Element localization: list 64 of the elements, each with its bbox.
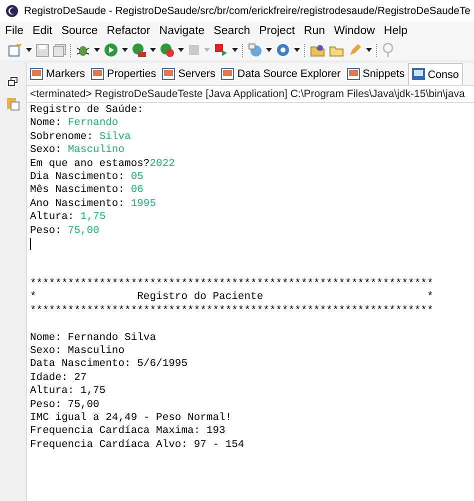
console-line: Nome: Fernando Silva xyxy=(30,332,158,345)
menu-item[interactable]: Source xyxy=(61,25,98,37)
console-line: Altura: 1,75 xyxy=(30,211,107,225)
menu-item[interactable]: File xyxy=(5,25,24,37)
view-tab[interactable]: Data Source Explorer xyxy=(218,63,344,85)
app-icon xyxy=(5,4,19,18)
text-cursor xyxy=(30,238,31,250)
console-line: Ano Nascimento: 1995 xyxy=(30,198,158,211)
view-tab[interactable]: Properties xyxy=(88,63,160,85)
menu-item[interactable]: Edit xyxy=(32,25,52,37)
view-icon xyxy=(91,68,104,80)
view-tab[interactable]: Conso xyxy=(408,63,463,85)
menu-item[interactable]: Window xyxy=(334,25,375,37)
console-line: Frequencia Cardíaca Alvo: 97 - 154 xyxy=(30,438,246,452)
restore-icon[interactable] xyxy=(8,77,18,87)
view-icon xyxy=(162,68,176,80)
menu-item[interactable]: Navigate xyxy=(159,25,205,37)
menu-item[interactable]: Help xyxy=(384,25,408,37)
view-tab[interactable]: Snippets xyxy=(344,63,408,85)
console-line: **************************************************************** xyxy=(30,304,434,318)
menu-item[interactable]: Refactor xyxy=(106,25,150,37)
caret-icon[interactable] xyxy=(122,48,128,52)
console-line: IMC igual a 24,49 - Peso Normal! xyxy=(30,412,233,425)
console-line: Idade: 27 xyxy=(30,372,88,385)
clipboard-icon[interactable] xyxy=(6,97,20,111)
caret-icon[interactable] xyxy=(232,48,238,52)
console-line: Mês Nascimento: 06 xyxy=(30,184,144,198)
console-header: <terminated> RegistroDeSaudeTeste [Java Application] C:\Program Files\Java\jdk-15\bin\java xyxy=(27,86,474,103)
console-line: **************************************************************** xyxy=(30,278,434,291)
caret-icon[interactable] xyxy=(150,48,156,52)
console-line: Em que ano estamos?2022 xyxy=(30,158,176,171)
caret-icon[interactable] xyxy=(178,48,184,52)
menu-item[interactable]: Search xyxy=(214,25,250,37)
bug-icon[interactable] xyxy=(76,43,90,57)
menu-item[interactable]: Project xyxy=(259,25,295,37)
window-title: RegistroDeSaude - RegistroDeSaude/src/br/com/erickfreire/registrodesaude/RegistroDeSaudeTe xyxy=(24,6,470,16)
console-line: Sexo: Masculino xyxy=(30,144,126,158)
menu-item[interactable]: Run xyxy=(304,25,325,37)
open-folder-icon[interactable] xyxy=(329,44,344,56)
console-line: Registro de Saúde: xyxy=(30,104,144,117)
view-tab[interactable]: Markers xyxy=(27,63,88,85)
new-file-icon[interactable] xyxy=(8,43,22,57)
console-line: Dia Nascimento: 05 xyxy=(30,170,144,184)
console-line: Nome: Fernando xyxy=(30,117,120,131)
console-line: Altura: 1,75 xyxy=(30,385,107,399)
caret-icon[interactable] xyxy=(294,48,300,52)
console-line: Peso: 75,00 xyxy=(30,224,100,238)
folder-icon[interactable] xyxy=(310,44,325,56)
view-tab[interactable]: Servers xyxy=(159,63,218,85)
console-line: Sobrenome: Silva xyxy=(30,130,132,144)
caret-icon[interactable] xyxy=(366,48,372,52)
console-line: Data Nascimento: 5/6/1995 xyxy=(30,358,189,372)
caret-icon[interactable] xyxy=(26,48,32,52)
caret-icon[interactable] xyxy=(266,48,272,52)
view-icon xyxy=(346,68,360,80)
caret-icon[interactable] xyxy=(94,48,100,52)
run-icon[interactable] xyxy=(104,43,118,57)
console-line: Frequencia Cardíaca Maxima: 193 xyxy=(30,425,226,439)
console-line: Sexo: Masculino xyxy=(30,345,126,358)
view-icon xyxy=(30,68,43,80)
view-icon xyxy=(221,68,234,80)
console-line: Peso: 75,00 xyxy=(30,398,100,412)
console-line: * Registro do Paciente * xyxy=(30,291,434,305)
view-icon xyxy=(412,68,425,81)
